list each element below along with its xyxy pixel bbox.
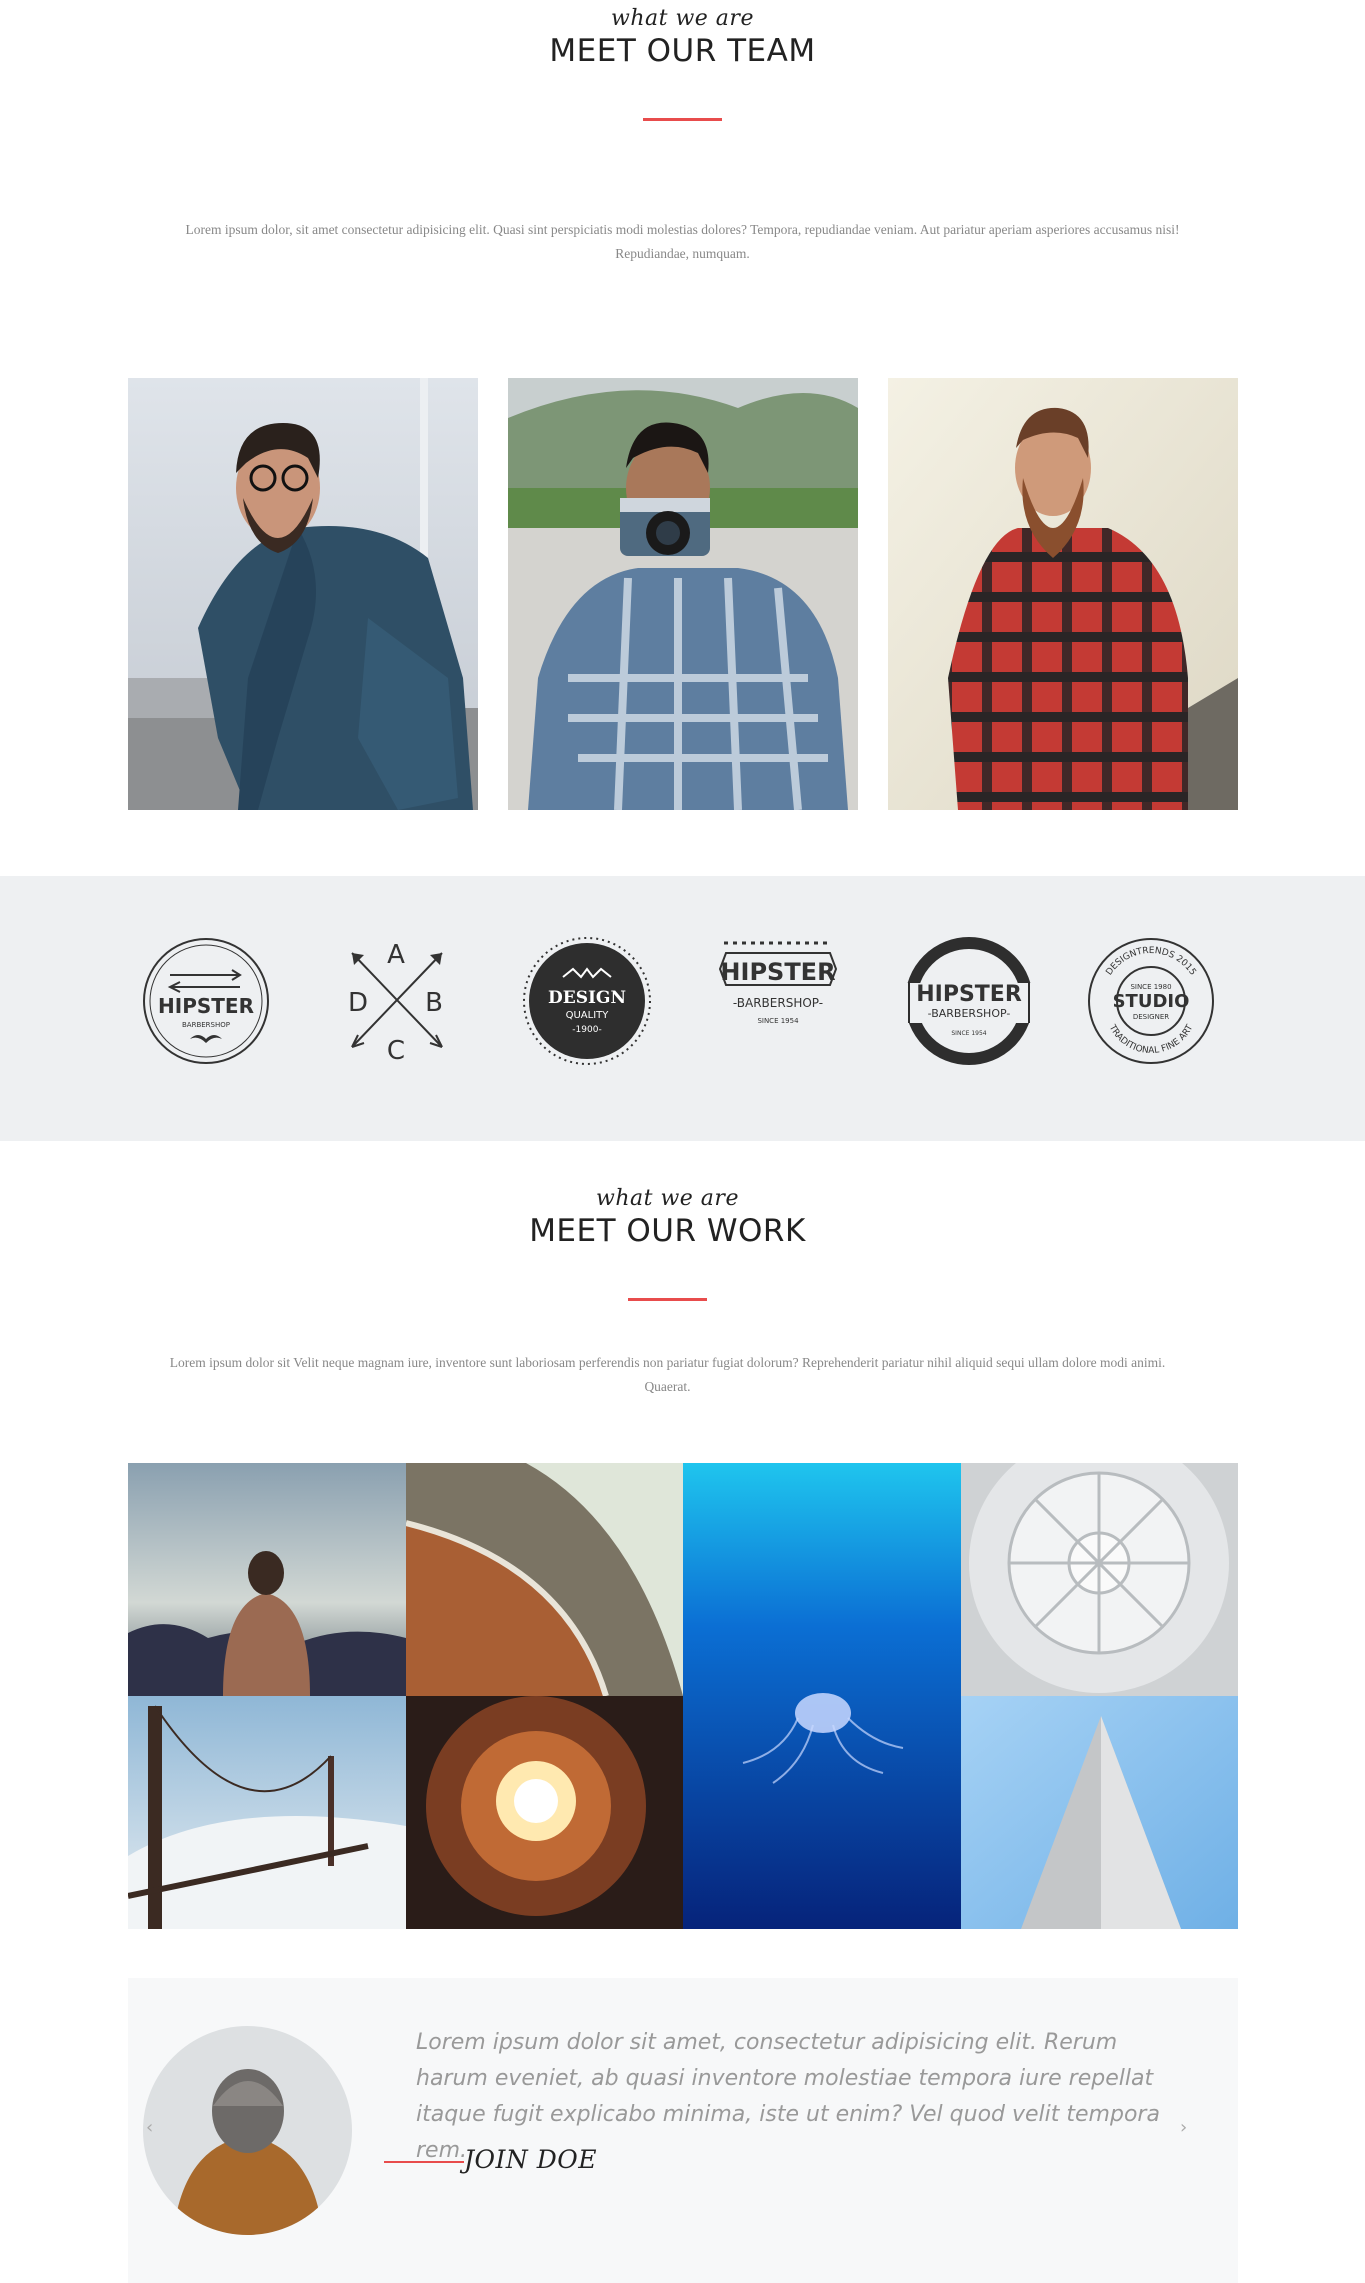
team-section-header: what we are MEET OUR TEAM bbox=[0, 6, 1365, 69]
svg-text:DESIGNTRENDS 2015: DESIGNTRENDS 2015 bbox=[1104, 946, 1197, 977]
studio-designer-seal-icon: DESIGNTRENDS 2015 TRADITIONAL FINE ART S… bbox=[1085, 935, 1217, 1067]
work-tile-bridge[interactable] bbox=[128, 1696, 406, 1929]
team-title: MEET OUR TEAM bbox=[549, 33, 816, 69]
crossed-arrows-abcd-icon: A B C D bbox=[330, 935, 462, 1067]
team-title-divider bbox=[643, 118, 722, 121]
work-tile-glass-dome[interactable] bbox=[961, 1463, 1238, 1696]
team-photo-plaid-man-image bbox=[888, 378, 1238, 810]
work-tile-jellyfish[interactable] bbox=[683, 1463, 961, 1929]
svg-text:SINCE 1954: SINCE 1954 bbox=[757, 1017, 799, 1025]
work-tile-man-at-sea[interactable] bbox=[128, 1463, 406, 1696]
svg-text:SINCE 1980: SINCE 1980 bbox=[1130, 983, 1171, 991]
hipster-barbershop-ring-icon: HIPSTER -BARBERSHOP- SINCE 1954 bbox=[903, 935, 1035, 1067]
svg-text:SINCE 1954: SINCE 1954 bbox=[951, 1030, 986, 1037]
svg-text:HIPSTER: HIPSTER bbox=[720, 958, 835, 986]
team-photo-glasses-man-image bbox=[128, 378, 478, 810]
testimonial-prev-arrow-icon[interactable]: ‹ bbox=[146, 2117, 153, 2138]
svg-text:-BARBERSHOP-: -BARBERSHOP- bbox=[733, 996, 823, 1010]
svg-text:STUDIO: STUDIO bbox=[1113, 991, 1190, 1012]
hipster-barbershop-badge-icon: HIPSTER BARBERSHOP bbox=[140, 935, 272, 1067]
testimonial-next-arrow-icon[interactable]: › bbox=[1180, 2117, 1187, 2138]
svg-text:-BARBERSHOP-: -BARBERSHOP- bbox=[928, 1007, 1011, 1020]
team-photo-plaid-man bbox=[888, 378, 1238, 810]
work-intro-text: Lorem ipsum dolor sit Velit neque magnam… bbox=[169, 1355, 1166, 1394]
svg-text:BARBERSHOP: BARBERSHOP bbox=[182, 1021, 230, 1029]
team-intro-text: Lorem ipsum dolor, sit amet consectetur … bbox=[185, 222, 1180, 261]
svg-text:TRADITIONAL FINE ART: TRADITIONAL FINE ART bbox=[1106, 1022, 1195, 1056]
work-tile-curved-building[interactable] bbox=[406, 1463, 683, 1696]
testimonial-avatar bbox=[143, 2026, 352, 2235]
work-script-title: what we are bbox=[596, 1186, 739, 1211]
testimonial-author: JOIN DOE bbox=[464, 2145, 598, 2174]
svg-text:HIPSTER: HIPSTER bbox=[158, 994, 254, 1018]
svg-text:HIPSTER: HIPSTER bbox=[916, 982, 1022, 1007]
svg-text:D: D bbox=[348, 988, 368, 1018]
work-section-header: what we are MEET OUR WORK bbox=[0, 1186, 1350, 1249]
svg-text:C: C bbox=[387, 1036, 405, 1066]
hipster-barbershop-ribbon-icon: HIPSTER -BARBERSHOP- SINCE 1954 bbox=[712, 935, 844, 1067]
work-title-divider bbox=[628, 1298, 707, 1301]
work-tile-skyscraper[interactable] bbox=[961, 1696, 1238, 1929]
svg-text:B: B bbox=[425, 988, 443, 1018]
team-photo-camera-man bbox=[508, 378, 858, 810]
team-photo-glasses-man bbox=[128, 378, 478, 810]
svg-text:DESIGN: DESIGN bbox=[548, 988, 626, 1008]
team-script-title: what we are bbox=[611, 6, 754, 31]
testimonial-author-line bbox=[384, 2161, 464, 2163]
work-tile-courtyard-sun[interactable] bbox=[406, 1696, 683, 1929]
work-title: MEET OUR WORK bbox=[529, 1213, 806, 1249]
svg-text:QUALITY: QUALITY bbox=[566, 1010, 610, 1021]
svg-text:A: A bbox=[387, 940, 405, 970]
svg-text:DESIGNER: DESIGNER bbox=[1133, 1013, 1169, 1021]
svg-text:-1900-: -1900- bbox=[572, 1025, 601, 1035]
team-photo-camera-man-image bbox=[508, 378, 858, 810]
design-quality-badge-icon: DESIGN QUALITY -1900- bbox=[521, 935, 653, 1067]
